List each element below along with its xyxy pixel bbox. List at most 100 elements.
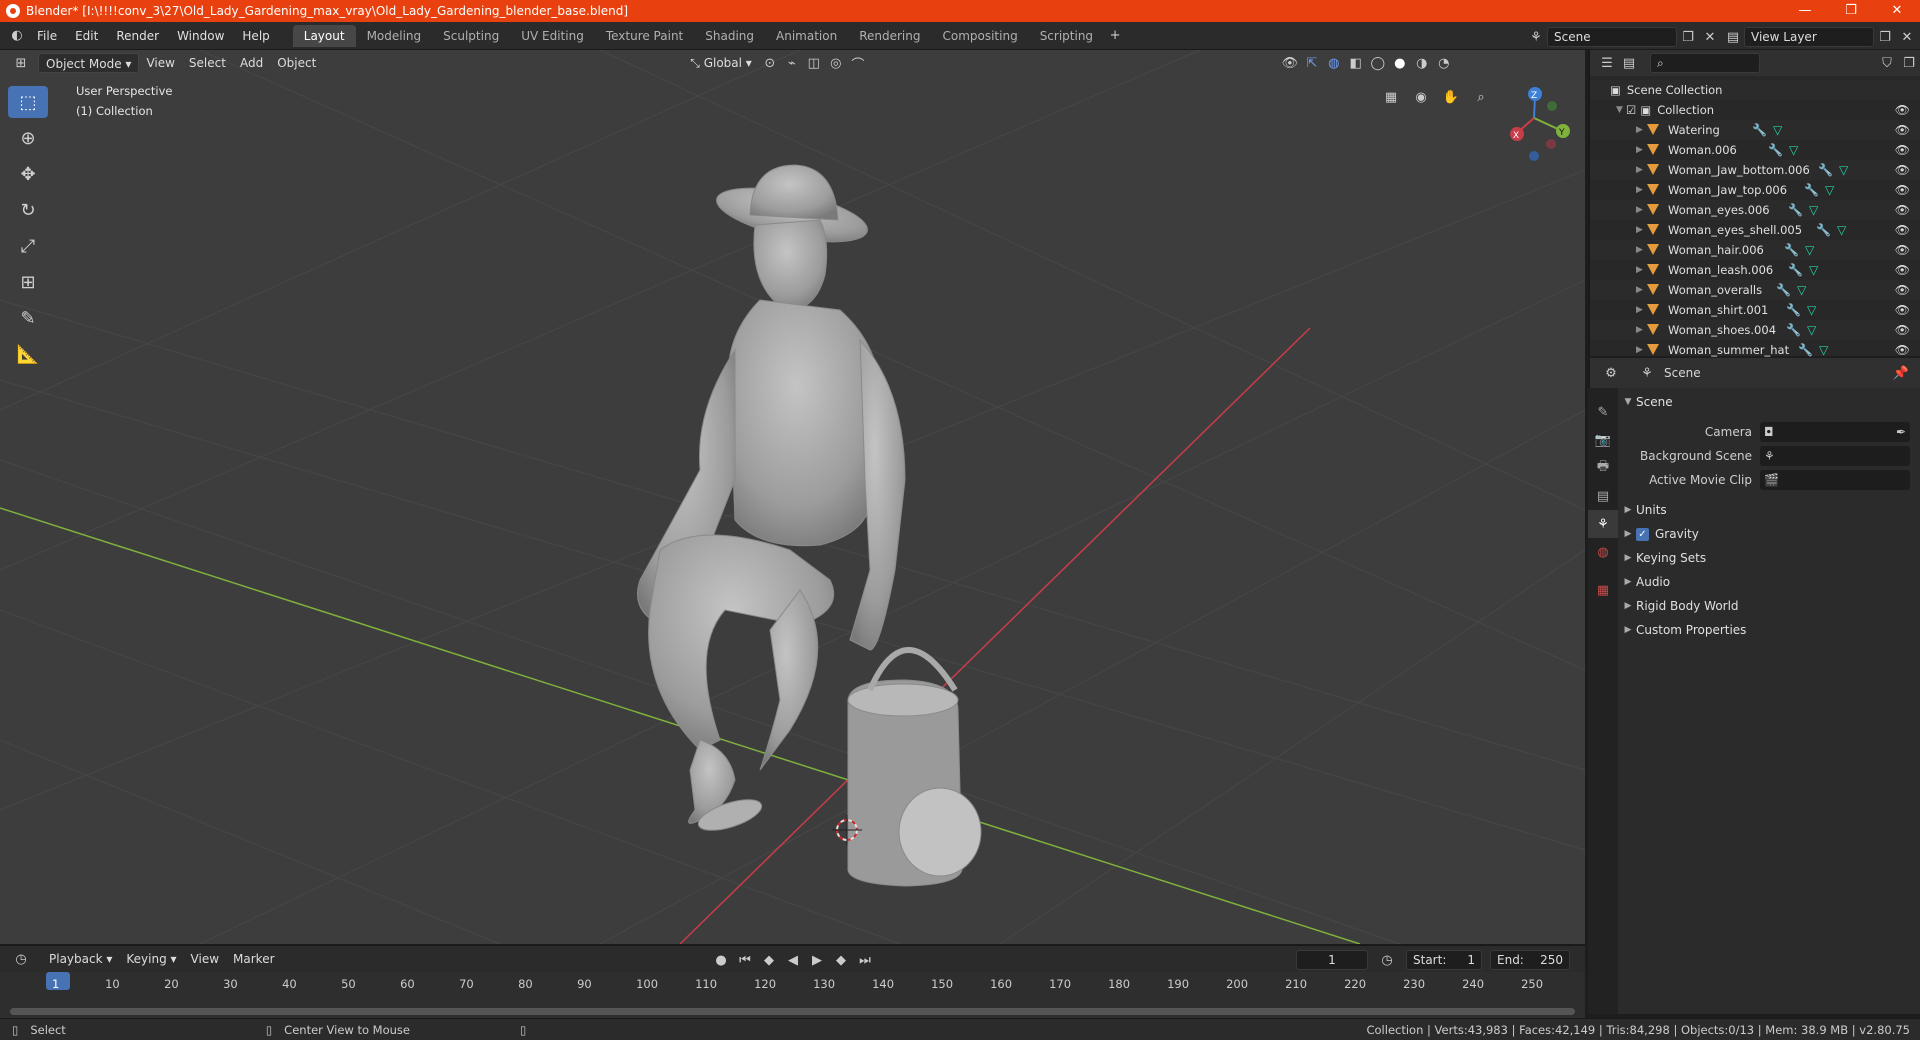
mesh-data-icon[interactable]: ▽ [1837, 223, 1846, 237]
menu-file[interactable]: File [28, 22, 66, 50]
move-tool-icon[interactable]: ✥ [8, 158, 48, 190]
timeline-editor-icon[interactable]: ◷ [10, 948, 32, 970]
custom-properties-panel-header[interactable]: ▶ Custom Properties [1620, 618, 1920, 642]
wireframe-shading-icon[interactable]: ◯ [1367, 52, 1389, 74]
tab-compositing[interactable]: Compositing [931, 25, 1028, 47]
cursor-tool-icon[interactable]: ⊕ [8, 122, 48, 154]
zoom-icon[interactable]: ⌕ [1470, 86, 1492, 108]
display-mode-icon[interactable]: ▤ [1618, 52, 1640, 74]
rigid-body-world-panel-header[interactable]: ▶ Rigid Body World [1620, 594, 1920, 618]
record-icon[interactable]: ● [710, 949, 732, 971]
next-keyframe-icon[interactable]: ◆ [830, 949, 852, 971]
expand-arrow-icon[interactable]: ▼ [1616, 105, 1626, 115]
expand-arrow-icon[interactable]: ▶ [1636, 205, 1646, 215]
outliner-object-row[interactable]: ▶ Woman_eyes_shell.005 🔧 ▽ 👁 [1590, 220, 1920, 240]
modifier-wrench-icon[interactable]: 🔧 [1776, 283, 1791, 297]
transform-tool-icon[interactable]: ⊞ [8, 266, 48, 298]
gravity-panel-header[interactable]: ▶ ✓ Gravity [1620, 522, 1920, 546]
outliner-object-row[interactable]: ▶ Woman_summer_hat 🔧 ▽ 👁 [1590, 340, 1920, 360]
new-scene-icon[interactable]: ❐ [1677, 26, 1699, 48]
outliner-object-row[interactable]: ▶ Woman_Jaw_bottom.006 🔧 ▽ 👁 [1590, 160, 1920, 180]
scene-panel-header[interactable]: ▼ Scene [1620, 390, 1920, 414]
solid-shading-icon[interactable]: ● [1389, 52, 1411, 74]
keying-menu[interactable]: Keying ▾ [119, 949, 183, 969]
end-frame-field[interactable]: End: 250 [1490, 950, 1570, 970]
eye-icon[interactable]: 👁 [1895, 183, 1910, 197]
outliner-object-row[interactable]: ▶ Watering 🔧 ▽ 👁 [1590, 120, 1920, 140]
eye-icon[interactable]: 👁 [1895, 203, 1910, 217]
tab-layout[interactable]: Layout [292, 24, 356, 47]
outliner-object-row[interactable]: ▶ Woman.006 🔧 ▽ 👁 [1590, 140, 1920, 160]
scene-icon[interactable]: ⚘ [1525, 26, 1547, 48]
viewport-menu-object[interactable]: Object [270, 53, 323, 73]
units-panel-header[interactable]: ▶ Units [1620, 498, 1920, 522]
texture-tab-icon[interactable]: ▦ [1588, 576, 1618, 604]
modifier-wrench-icon[interactable]: 🔧 [1786, 303, 1801, 317]
playback-menu[interactable]: Playback ▾ [42, 949, 119, 969]
modifier-wrench-icon[interactable]: 🔧 [1752, 123, 1767, 137]
mesh-data-icon[interactable]: ▽ [1773, 123, 1782, 137]
snap-icon[interactable]: ⌁ [781, 52, 803, 74]
prev-keyframe-icon[interactable]: ◆ [758, 949, 780, 971]
rotate-tool-icon[interactable]: ↻ [8, 194, 48, 226]
eye-icon[interactable]: 👁 [1895, 303, 1910, 317]
mesh-data-icon[interactable]: ▽ [1809, 263, 1818, 277]
outliner-object-row[interactable]: ▶ Woman_overalls 🔧 ▽ 👁 [1590, 280, 1920, 300]
proportional-edit-icon[interactable]: ◎ [825, 52, 847, 74]
timeline-scrollbar[interactable] [10, 1008, 1575, 1015]
modifier-wrench-icon[interactable]: 🔧 [1804, 183, 1819, 197]
pan-hand-icon[interactable]: ✋ [1440, 86, 1462, 108]
eye-icon[interactable]: 👁 [1895, 263, 1910, 277]
menu-edit[interactable]: Edit [66, 22, 107, 50]
snap-target-icon[interactable]: ◫ [803, 52, 825, 74]
outliner-search-input[interactable]: ⌕ [1650, 53, 1760, 73]
scene-tab-icon[interactable]: ⚘ [1588, 510, 1618, 538]
tab-modeling[interactable]: Modeling [356, 25, 433, 47]
mesh-data-icon[interactable]: ▽ [1825, 183, 1834, 197]
current-frame-field[interactable]: 1 [1296, 950, 1368, 970]
outliner-object-row[interactable]: ▶ Woman_shoes.004 🔧 ▽ 👁 [1590, 320, 1920, 340]
eye-icon[interactable]: 👁 [1895, 223, 1910, 237]
expand-arrow-icon[interactable]: ▶ [1636, 125, 1646, 135]
expand-arrow-icon[interactable]: ▶ [1636, 225, 1646, 235]
tab-animation[interactable]: Animation [765, 25, 848, 47]
tab-texture-paint[interactable]: Texture Paint [595, 25, 694, 47]
render-tab-icon[interactable]: 📷 [1588, 426, 1618, 454]
menu-render[interactable]: Render [107, 22, 168, 50]
outliner-object-row[interactable]: ▶ Woman_leash.006 🔧 ▽ 👁 [1590, 260, 1920, 280]
blender-menu-icon[interactable]: ◐ [6, 25, 28, 47]
gizmo-toggle-icon[interactable]: ⇱ [1301, 52, 1323, 74]
outliner-object-row[interactable]: ▶ Woman_Jaw_top.006 🔧 ▽ 👁 [1590, 180, 1920, 200]
start-frame-field[interactable]: Start: 1 [1406, 950, 1482, 970]
outliner-scene-collection[interactable]: ▣ Scene Collection [1590, 80, 1920, 100]
xray-icon[interactable]: ◧ [1345, 52, 1367, 74]
select-box-tool-icon[interactable]: ⬚ [8, 86, 48, 118]
close-button[interactable]: ✕ [1874, 0, 1920, 22]
eye-icon[interactable]: 👁 [1895, 343, 1910, 357]
orientation-dropdown[interactable]: ⤡ Global ▾ [683, 53, 759, 73]
collection-checkbox[interactable]: ☑ [1626, 103, 1636, 117]
camera-view-icon[interactable]: ◉ [1410, 86, 1432, 108]
mesh-data-icon[interactable]: ▽ [1805, 243, 1814, 257]
annotate-tool-icon[interactable]: ✎ [8, 302, 48, 334]
mesh-data-icon[interactable]: ▽ [1819, 343, 1828, 357]
outliner-editor-icon[interactable]: ☰ [1596, 52, 1618, 74]
editor-type-icon[interactable]: ⊞ [10, 52, 32, 74]
view-layer-tab-icon[interactable]: ▤ [1588, 482, 1618, 510]
background-scene-field[interactable]: ⚘ [1760, 446, 1910, 466]
modifier-wrench-icon[interactable]: 🔧 [1788, 203, 1803, 217]
expand-arrow-icon[interactable]: ▶ [1636, 325, 1646, 335]
pin-icon[interactable]: 📌 [1890, 362, 1912, 384]
modifier-wrench-icon[interactable]: 🔧 [1786, 323, 1801, 337]
eye-icon[interactable]: 👁 [1895, 323, 1910, 337]
mesh-data-icon[interactable]: ▽ [1809, 203, 1818, 217]
3d-viewport[interactable]: Z Y X User Perspective (1) Collection ▦ … [0, 50, 1585, 944]
audio-panel-header[interactable]: ▶ Audio [1620, 570, 1920, 594]
expand-arrow-icon[interactable]: ▶ [1636, 345, 1646, 355]
tab-sculpting[interactable]: Sculpting [432, 25, 510, 47]
viewport-menu-select[interactable]: Select [182, 53, 233, 73]
mesh-data-icon[interactable]: ▽ [1839, 163, 1848, 177]
tool-tab-icon[interactable]: ✎ [1588, 398, 1618, 426]
delete-scene-icon[interactable]: ✕ [1699, 26, 1721, 48]
tab-uv-editing[interactable]: UV Editing [510, 25, 595, 47]
